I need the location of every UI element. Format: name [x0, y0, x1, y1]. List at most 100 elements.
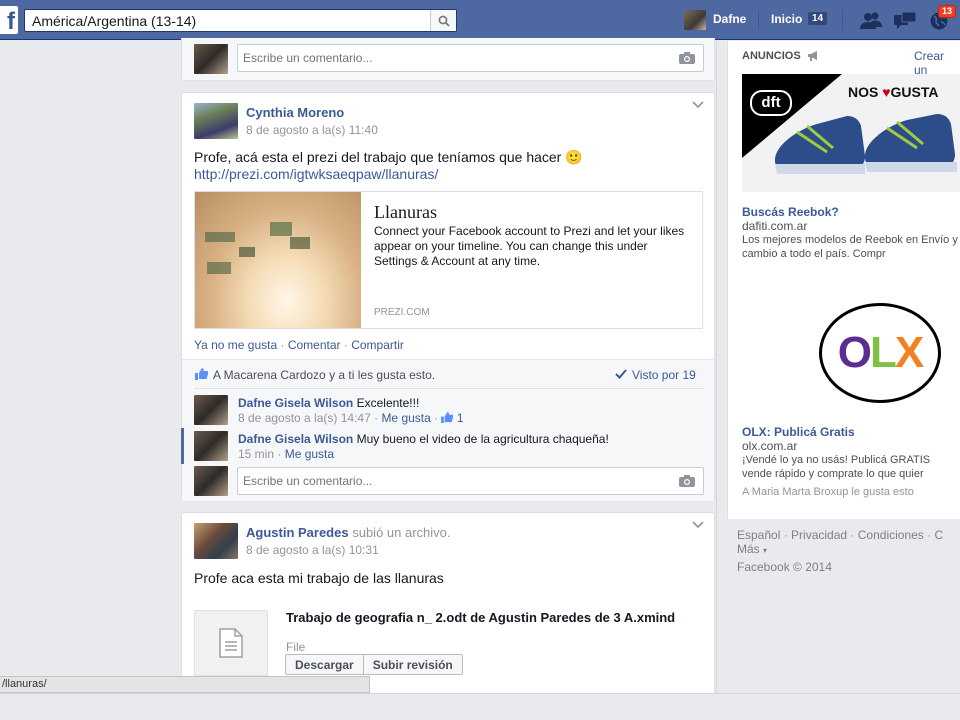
comment-meta: 8 de agosto a la(s) 14:47 · Me gusta · 1: [238, 411, 464, 425]
caret-down-icon[interactable]: ▾: [763, 546, 767, 555]
left-column: [0, 41, 166, 693]
file-type: File: [286, 640, 306, 654]
page-bottom: [0, 693, 960, 720]
comment-like-link[interactable]: Me gusta: [381, 411, 430, 425]
friend-requests-button[interactable]: [859, 10, 883, 32]
file-thumbnail[interactable]: [194, 610, 268, 676]
preview-thumbnail: [195, 192, 361, 328]
comment-timestamp[interactable]: 8 de agosto a la(s) 14:47: [238, 411, 371, 425]
ad-social-context: A Maria Marta Broxup le gusta esto: [742, 486, 914, 498]
divider: [758, 10, 759, 30]
chevron-down-icon[interactable]: [692, 521, 704, 529]
comment: Dafne Gisela Wilson Excelente!!!: [238, 396, 419, 410]
post-agustin: Agustin Paredes subió un archivo. 8 de a…: [181, 512, 715, 693]
right-rail: ANUNCIOS Crear un dft NOS ♥GUSTA Buscás …: [716, 41, 960, 693]
user-avatar[interactable]: [684, 10, 706, 30]
seen-by[interactable]: Visto por 19: [632, 368, 696, 382]
comment-like-count[interactable]: 1: [457, 411, 464, 425]
like-icon: [195, 368, 208, 380]
ad-domain[interactable]: olx.com.ar: [742, 439, 797, 453]
user-name-link[interactable]: Dafne: [713, 12, 746, 26]
home-link[interactable]: Inicio: [771, 12, 802, 26]
comment-input[interactable]: [238, 468, 658, 494]
megaphone-icon: [808, 51, 817, 61]
facebook-logo[interactable]: f: [0, 6, 18, 34]
author-avatar[interactable]: [194, 103, 238, 139]
comment-box: [237, 44, 704, 72]
camera-icon[interactable]: [679, 475, 695, 487]
post-timestamp[interactable]: 8 de agosto a la(s) 11:40: [246, 123, 378, 137]
search-input[interactable]: [25, 10, 430, 31]
comment-input[interactable]: [238, 45, 658, 71]
share-link[interactable]: Compartir: [351, 338, 404, 352]
post-action-text: subió un archivo.: [352, 525, 451, 540]
ad-title[interactable]: OLX: Publicá Gratis: [742, 425, 855, 439]
check-icon: [615, 369, 627, 379]
notifications-badge: 13: [938, 5, 957, 18]
post-author[interactable]: Agustin Paredes: [246, 525, 349, 540]
author-avatar[interactable]: [194, 523, 238, 559]
search-icon: [438, 15, 450, 27]
preview-source: PREZI.COM: [374, 307, 430, 318]
upload-revision-button[interactable]: Subir revisión: [364, 655, 462, 674]
unlike-link[interactable]: Ya no me gusta: [194, 338, 277, 352]
camera-icon[interactable]: [679, 52, 695, 64]
footer-privacy-link[interactable]: Privacidad: [791, 528, 847, 542]
heart-icon: ♥: [882, 84, 891, 100]
ad-description: ¡Vendé lo ya no usás! Publicá GRATIS ven…: [742, 454, 931, 480]
search-box: [24, 9, 457, 32]
sneaker-icon: [774, 114, 957, 174]
more-menu-link[interactable]: Más: [737, 542, 760, 556]
comment-like-link[interactable]: Me gusta: [285, 447, 334, 461]
messages-icon: [894, 12, 917, 29]
previous-post-comment-area: [181, 38, 715, 81]
home-count-badge: 14: [808, 12, 828, 25]
ad-description: Los mejores modelos de Reebok en Envío y…: [742, 234, 958, 260]
comment-meta: 15 min · Me gusta: [238, 447, 335, 461]
top-bar: f Dafne Inicio 14 13: [0, 0, 960, 40]
new-comment-indicator: [181, 428, 184, 464]
banner-text: GUSTA: [890, 84, 939, 100]
file-actions: Descargar Subir revisión: [285, 654, 463, 675]
commenter-avatar[interactable]: [194, 431, 228, 461]
post-actions: Ya no me gusta · Comentar · Compartir: [194, 338, 404, 352]
friends-icon: [860, 12, 882, 29]
post-author[interactable]: Cynthia Moreno: [246, 105, 344, 120]
comment: Dafne Gisela Wilson Muy bueno el video d…: [238, 432, 609, 446]
post-link[interactable]: http://prezi.com/igtwksaeqpaw/llanuras/: [194, 166, 438, 182]
chevron-down-icon[interactable]: [692, 101, 704, 109]
status-bar-url: /llanuras/: [0, 676, 370, 693]
post-cynthia: Cynthia Moreno 8 de agosto a la(s) 11:40…: [181, 92, 715, 501]
ads-label: ANUNCIOS: [742, 50, 801, 62]
likes-summary[interactable]: A Macarena Cardozo y a ti les gusta esto…: [213, 368, 435, 382]
ad-title[interactable]: Buscás Reebok?: [742, 205, 839, 219]
file-title[interactable]: Trabajo de geografia n_ 2.odt de Agustin…: [286, 610, 706, 626]
divider: [842, 10, 843, 30]
like-icon: [441, 412, 454, 423]
ad-domain[interactable]: dafiti.com.ar: [742, 219, 807, 233]
comment-text: Excelente!!!: [356, 396, 420, 410]
comment-author[interactable]: Dafne Gisela Wilson: [238, 432, 353, 446]
footer-language-link[interactable]: Español: [737, 528, 780, 542]
post-text: Profe, acá esta el prezi del trabajo que…: [194, 149, 583, 165]
comment-author[interactable]: Dafne Gisela Wilson: [238, 396, 353, 410]
commenter-avatar: [194, 466, 228, 496]
commenter-avatar: [194, 44, 228, 74]
preview-description: Connect your Facebook account to Prezi a…: [374, 224, 685, 268]
olx-logo[interactable]: OLX: [819, 303, 941, 403]
comment-link[interactable]: Comentar: [288, 338, 341, 352]
comment-box: [237, 467, 704, 495]
footer-more-link[interactable]: C: [934, 528, 943, 542]
ad-image-reebok[interactable]: dft NOS ♥GUSTA: [742, 74, 960, 192]
post-timestamp[interactable]: 8 de agosto a la(s) 10:31: [246, 543, 379, 557]
commenter-avatar[interactable]: [194, 395, 228, 425]
footer-terms-link[interactable]: Condiciones: [858, 528, 924, 542]
messages-button[interactable]: [893, 10, 917, 32]
search-button[interactable]: [430, 10, 456, 31]
comment-timestamp[interactable]: 15 min: [238, 447, 274, 461]
footer-links: Español · Privacidad · Condiciones · C: [737, 528, 944, 542]
download-button[interactable]: Descargar: [286, 655, 364, 674]
preview-title: Llanuras: [374, 202, 437, 222]
link-preview[interactable]: Llanuras Connect your Facebook account t…: [194, 191, 703, 329]
create-ad-link[interactable]: Crear un: [914, 49, 960, 77]
